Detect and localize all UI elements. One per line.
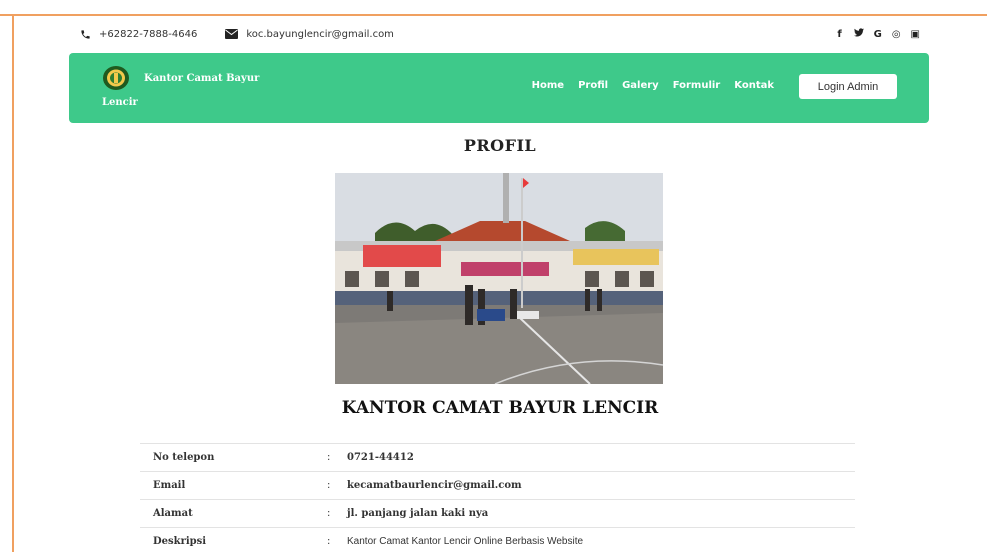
email-text: koc.bayunglencir@gmail.com: [246, 28, 394, 40]
profile-info-table: No telepon : 0721-44412 Email : kecamatb…: [140, 443, 855, 552]
phone-icon: [81, 29, 90, 39]
email-contact: koc.bayunglencir@gmail.com: [225, 29, 394, 40]
nav-formulir[interactable]: Formulir: [673, 80, 721, 91]
nav-menu: Home Profil Galery Formulir Kontak: [532, 80, 774, 91]
row-value: kecamatbaurlencir@gmail.com: [347, 480, 522, 491]
row-value: Kantor Camat Kantor Lencir Online Berbas…: [347, 536, 584, 548]
nav-profil[interactable]: Profil: [578, 80, 608, 91]
row-label: Deskripsi: [153, 536, 207, 548]
instagram-icon[interactable]: ◎: [892, 29, 901, 40]
table-row: Alamat : jl. panjang jalan kaki nya: [140, 499, 855, 528]
frame-top-border: [0, 14, 987, 16]
nav-home[interactable]: Home: [532, 80, 564, 91]
table-row: Deskripsi : Kantor Camat Kantor Lencir O…: [140, 527, 855, 552]
row-separator: :: [327, 508, 331, 519]
table-row: Email : kecamatbaurlencir@gmail.com: [140, 471, 855, 500]
row-value: jl. panjang jalan kaki nya: [347, 508, 489, 519]
main-navbar: Kantor Camat Bayur Lencir Home Profil Ga…: [69, 53, 929, 123]
youtube-icon[interactable]: ▣: [911, 29, 920, 40]
brand[interactable]: Kantor Camat Bayur Lencir: [102, 65, 262, 113]
row-label: No telepon: [153, 452, 215, 463]
emblem-logo-icon: [103, 66, 129, 90]
nav-galery[interactable]: Galery: [622, 80, 659, 91]
google-icon[interactable]: G: [874, 29, 882, 40]
phone-contact: +62822-7888-4646: [80, 29, 197, 40]
twitter-icon[interactable]: [853, 28, 864, 40]
social-links: f G ◎ ▣: [836, 28, 920, 40]
brand-name-second-line: Lencir: [102, 97, 138, 108]
row-label: Alamat: [153, 508, 193, 519]
login-admin-button[interactable]: Login Admin: [799, 74, 897, 99]
nav-kontak[interactable]: Kontak: [734, 80, 774, 91]
row-separator: :: [327, 452, 331, 463]
facebook-icon[interactable]: f: [836, 29, 844, 40]
row-separator: :: [327, 480, 331, 491]
office-photo: [335, 173, 663, 384]
row-label: Email: [153, 480, 186, 491]
row-value: 0721-44412: [347, 452, 414, 463]
phone-text: +62822-7888-4646: [99, 28, 198, 40]
table-row: No telepon : 0721-44412: [140, 443, 855, 472]
organization-title: KANTOR CAMAT BAYUR LENCIR: [341, 398, 659, 418]
frame-left-border: [12, 14, 14, 552]
top-contact-bar: +62822-7888-4646 koc.bayunglencir@gmail.…: [80, 24, 920, 44]
page-title: PROFIL: [463, 136, 537, 155]
brand-name: Kantor Camat Bayur: [144, 73, 260, 84]
row-separator: :: [327, 536, 331, 548]
envelope-icon: [225, 29, 239, 39]
